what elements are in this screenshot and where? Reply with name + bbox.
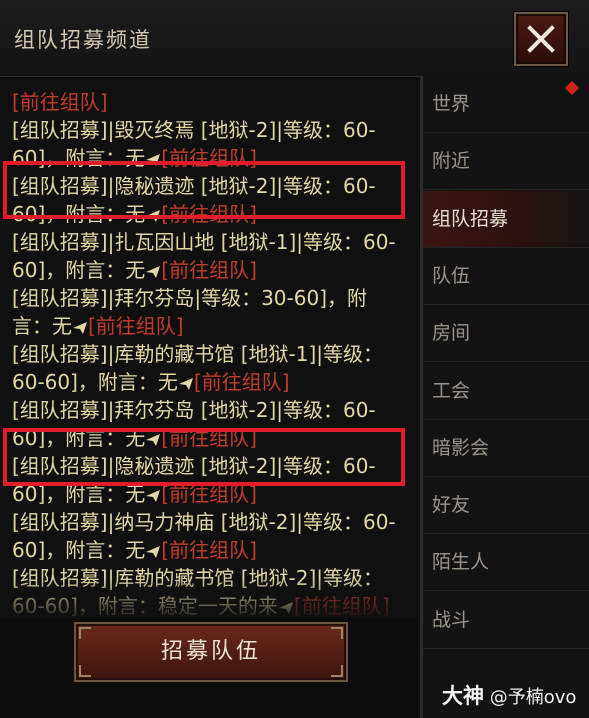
chat-message-line: 言：无 [前往组队] (12, 312, 408, 340)
join-team-link[interactable]: [前往组队] (194, 370, 290, 394)
paper-plane-icon (178, 369, 193, 390)
message-text: [组队招募]|拜尔芬岛|等级：30-60]，附 (12, 286, 367, 310)
sidebar-item-label: 工会 (432, 379, 471, 402)
chat-message-line: 60]，附言：无 [前往组队] (12, 256, 408, 284)
paper-plane-icon (146, 537, 161, 558)
chat-message-list[interactable]: [前往组队] [组队招募]|毁灭终焉 [地狱-2]|等级：60- 60]，附言：无[… (0, 78, 420, 618)
sidebar-item-9[interactable]: 战斗 (423, 592, 589, 649)
chat-message: [组队招募]|纳马力神庙 [地狱-2]|等级：60- 60]，附言：无 [前往组队] (0, 508, 420, 564)
chat-message-line: [组队招募]|拜尔芬岛|等级：30-60]，附 (12, 284, 408, 312)
sidebar-item-label: 房间 (432, 322, 471, 345)
join-team-link[interactable]: [前往组队] (161, 538, 257, 562)
corner-ornament (331, 627, 343, 639)
close-x-icon (527, 25, 555, 53)
chat-message-line: 60-60]，附言：无 [前往组队] (12, 368, 408, 396)
sidebar-item-label: 组队招募 (432, 207, 509, 230)
message-text: [组队招募]|毁灭终焉 [地狱-2]|等级：60- (12, 118, 376, 142)
chat-message-line: [组队招募]|扎瓦因山地 [地狱-1]|等级：60- (12, 228, 408, 256)
paper-plane-icon (146, 257, 161, 278)
recruit-team-label: 招募队伍 (160, 639, 261, 664)
sidebar-item-3[interactable]: 队伍 (423, 248, 589, 305)
sidebar-item-6[interactable]: 暗影会 (423, 420, 589, 477)
chat-message: [前往组队] (0, 88, 420, 116)
chat-message-line: [前往组队] (12, 88, 408, 116)
sidebar-item-label: 附近 (432, 150, 471, 173)
corner-ornament (79, 665, 91, 677)
message-text: [组队招募]|扎瓦因山地 [地狱-1]|等级：60- (12, 230, 396, 254)
corner-ornament (331, 665, 343, 677)
chat-message-line: [组队招募]|拜尔芬岛 [地狱-2]|等级：60- (12, 396, 408, 424)
chat-message: [组队招募]|库勒的藏书馆 [地狱-1]|等级： 60-60]，附言：无 [前往组队… (0, 340, 420, 396)
message-text: [组队招募]|拜尔芬岛 [地狱-2]|等级：60- (12, 398, 376, 422)
sidebar-item-label: 战斗 (432, 608, 471, 631)
sidebar-item-label: 陌生人 (432, 551, 490, 574)
message-text: 60]，附言：无 (12, 258, 146, 282)
chat-message-line: [组队招募]|纳马力神庙 [地狱-2]|等级：60- (12, 508, 408, 536)
paper-plane-icon (146, 145, 161, 166)
paper-plane-icon (73, 313, 87, 334)
watermark-user: @予楠ovo (489, 687, 577, 708)
channel-sidebar: 世界附近组队招募队伍房间工会暗影会好友陌生人战斗 (423, 76, 589, 718)
chat-message-line: [组队招募]|库勒的藏书馆 [地狱-1]|等级： (12, 340, 408, 368)
sidebar-item-4[interactable]: 房间 (423, 305, 589, 363)
sidebar-item-2[interactable]: 组队招募 (423, 190, 589, 248)
join-team-link[interactable]: [前往组队] (88, 314, 184, 338)
join-team-link[interactable]: [前往组队] (12, 90, 108, 114)
chat-message: [组队招募]|拜尔芬岛|等级：30-60]，附 言：无 [前往组队] (0, 284, 420, 340)
channel-header: 组队招募频道 (0, 0, 589, 77)
chat-message-line: [组队招募]|毁灭终焉 [地狱-2]|等级：60- (12, 116, 408, 144)
sidebar-item-label: 暗影会 (432, 436, 490, 459)
recruit-team-button[interactable]: 招募队伍 (74, 622, 348, 682)
sidebar-item-1[interactable]: 附近 (423, 133, 589, 191)
chat-message: [组队招募]|扎瓦因山地 [地狱-1]|等级：60- 60]，附言：无 [前往组队] (0, 228, 420, 284)
message-text: 言：无 (12, 314, 72, 338)
join-team-link[interactable]: [前往组队] (161, 258, 257, 282)
watermark: 大神 @予楠ovo (442, 680, 576, 714)
chat-message-line: 60]，附言：无 [前往组队] (12, 536, 408, 564)
sidebar-item-8[interactable]: 陌生人 (423, 534, 589, 592)
watermark-brand: 大神 (442, 684, 484, 708)
sidebar-item-label: 世界 (432, 93, 471, 115)
message-text: 60]，附言：无 (12, 538, 146, 562)
page-title: 组队招募频道 (14, 28, 152, 52)
close-button[interactable] (514, 12, 568, 66)
highlight-box-1 (3, 161, 405, 219)
sidebar-item-label: 好友 (432, 494, 471, 517)
message-text: [组队招募]|库勒的藏书馆 [地狱-1]|等级： (12, 342, 383, 366)
message-text: 60-60]，附言：无 (12, 370, 178, 394)
list-fade (0, 578, 420, 618)
corner-ornament (79, 627, 91, 639)
highlight-box-2 (3, 428, 405, 486)
message-text: [组队招募]|纳马力神庙 [地狱-2]|等级：60- (12, 510, 396, 534)
sidebar-item-label: 队伍 (432, 264, 471, 287)
sidebar-item-0[interactable]: 世界 (423, 76, 589, 133)
sidebar-item-7[interactable]: 好友 (423, 477, 589, 535)
sidebar-item-5[interactable]: 工会 (423, 363, 589, 420)
